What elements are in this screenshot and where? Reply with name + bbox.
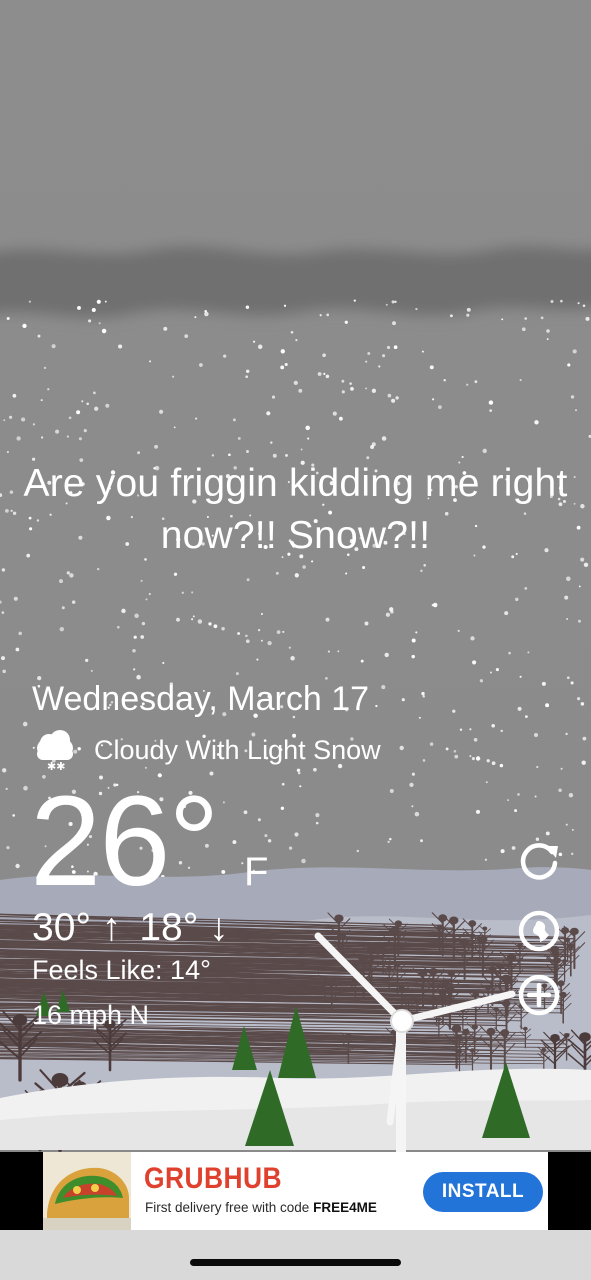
current-temperature: 26° <box>30 770 220 913</box>
ad-brand: GRUBHUB <box>144 1162 283 1195</box>
wind-speed: 16 mph N <box>32 1000 150 1030</box>
globe-location-icon[interactable] <box>516 908 562 954</box>
low-temperature: 18° ↓ <box>139 906 229 949</box>
high-low-temperatures: 30° ↑ 18° ↓ <box>32 906 229 950</box>
ad-promo-code: FREE4ME <box>313 1200 377 1215</box>
ad-content[interactable]: GRUBHUB First delivery free with code FR… <box>43 1152 548 1230</box>
weather-scene <box>0 0 591 1280</box>
headline-message: Are you friggin kidding me right now?!! … <box>23 462 568 557</box>
temperature-unit[interactable]: F <box>244 850 268 895</box>
cloud-snow-icon: ✱✱ <box>37 730 73 772</box>
feels-like: Feels Like: 14° <box>32 955 211 985</box>
refresh-icon[interactable] <box>516 838 562 884</box>
home-bar-area <box>0 1230 591 1280</box>
ad-tagline: First delivery free with code FREE4ME <box>145 1200 377 1215</box>
home-indicator[interactable] <box>190 1259 401 1266</box>
high-temperature: 30° ↑ <box>32 906 122 949</box>
condition-text: Cloudy With Light Snow <box>94 734 381 765</box>
add-location-icon[interactable] <box>516 972 562 1018</box>
condition-row: ✱✱ Cloudy With Light Snow <box>32 728 381 772</box>
taco-image <box>43 1152 131 1230</box>
ad-install-button[interactable]: INSTALL <box>423 1172 543 1212</box>
ad-banner: GRUBHUB First delivery free with code FR… <box>0 1152 591 1230</box>
cloud-band <box>0 246 591 318</box>
date-label: Wednesday, March 17 <box>32 680 370 718</box>
